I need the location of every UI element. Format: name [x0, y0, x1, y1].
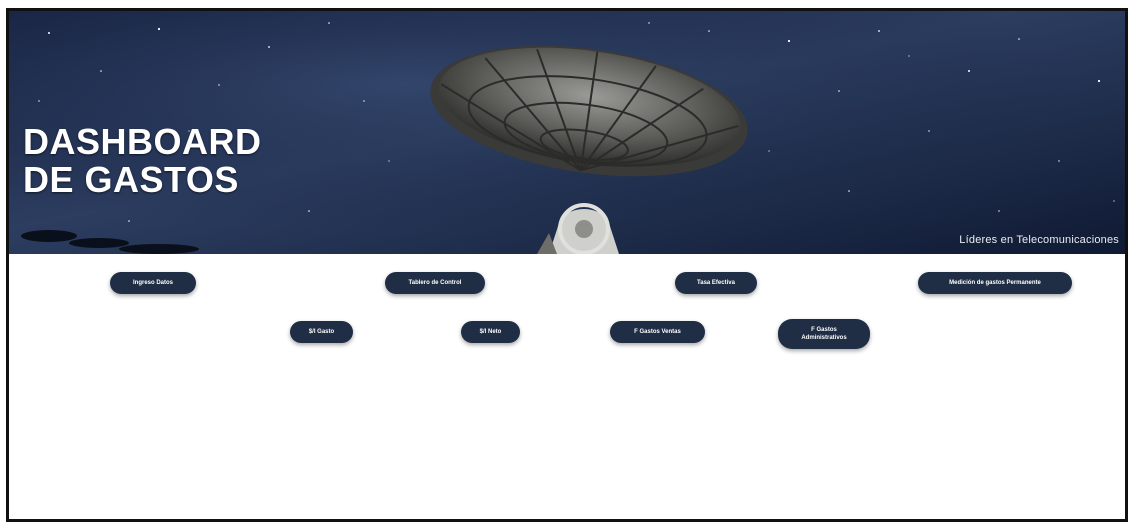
gastos-administrativos-button[interactable]: F Gastos Administrativos [778, 319, 870, 349]
ingreso-datos-button[interactable]: Ingreso Datos [110, 272, 196, 294]
tasa-efectiva-button[interactable]: Tasa Efectiva [675, 272, 757, 294]
page-title: DASHBOARD DE GASTOS [23, 123, 262, 199]
medicion-gastos-permanente-button[interactable]: Medición de gastos Permanente [918, 272, 1072, 294]
gastos-administrativos-line-2: Administrativos [801, 335, 847, 341]
gastos-administrativos-line-1: F Gastos [811, 327, 837, 333]
dashboard-frame: DASHBOARD DE GASTOS Líderes en Telecomun… [6, 8, 1128, 522]
tagline: Líderes en Telecomunicaciones [959, 234, 1119, 246]
title-line-2: DE GASTOS [23, 159, 239, 200]
tablero-de-control-button[interactable]: Tablero de Control [385, 272, 485, 294]
hero-banner: DASHBOARD DE GASTOS Líderes en Telecomun… [9, 11, 1125, 254]
title-line-1: DASHBOARD [23, 121, 262, 162]
gastos-ventas-button[interactable]: F Gastos Ventas [610, 321, 705, 343]
gasto-button[interactable]: $/I Gasto [290, 321, 353, 343]
neto-button[interactable]: $/I Neto [461, 321, 520, 343]
